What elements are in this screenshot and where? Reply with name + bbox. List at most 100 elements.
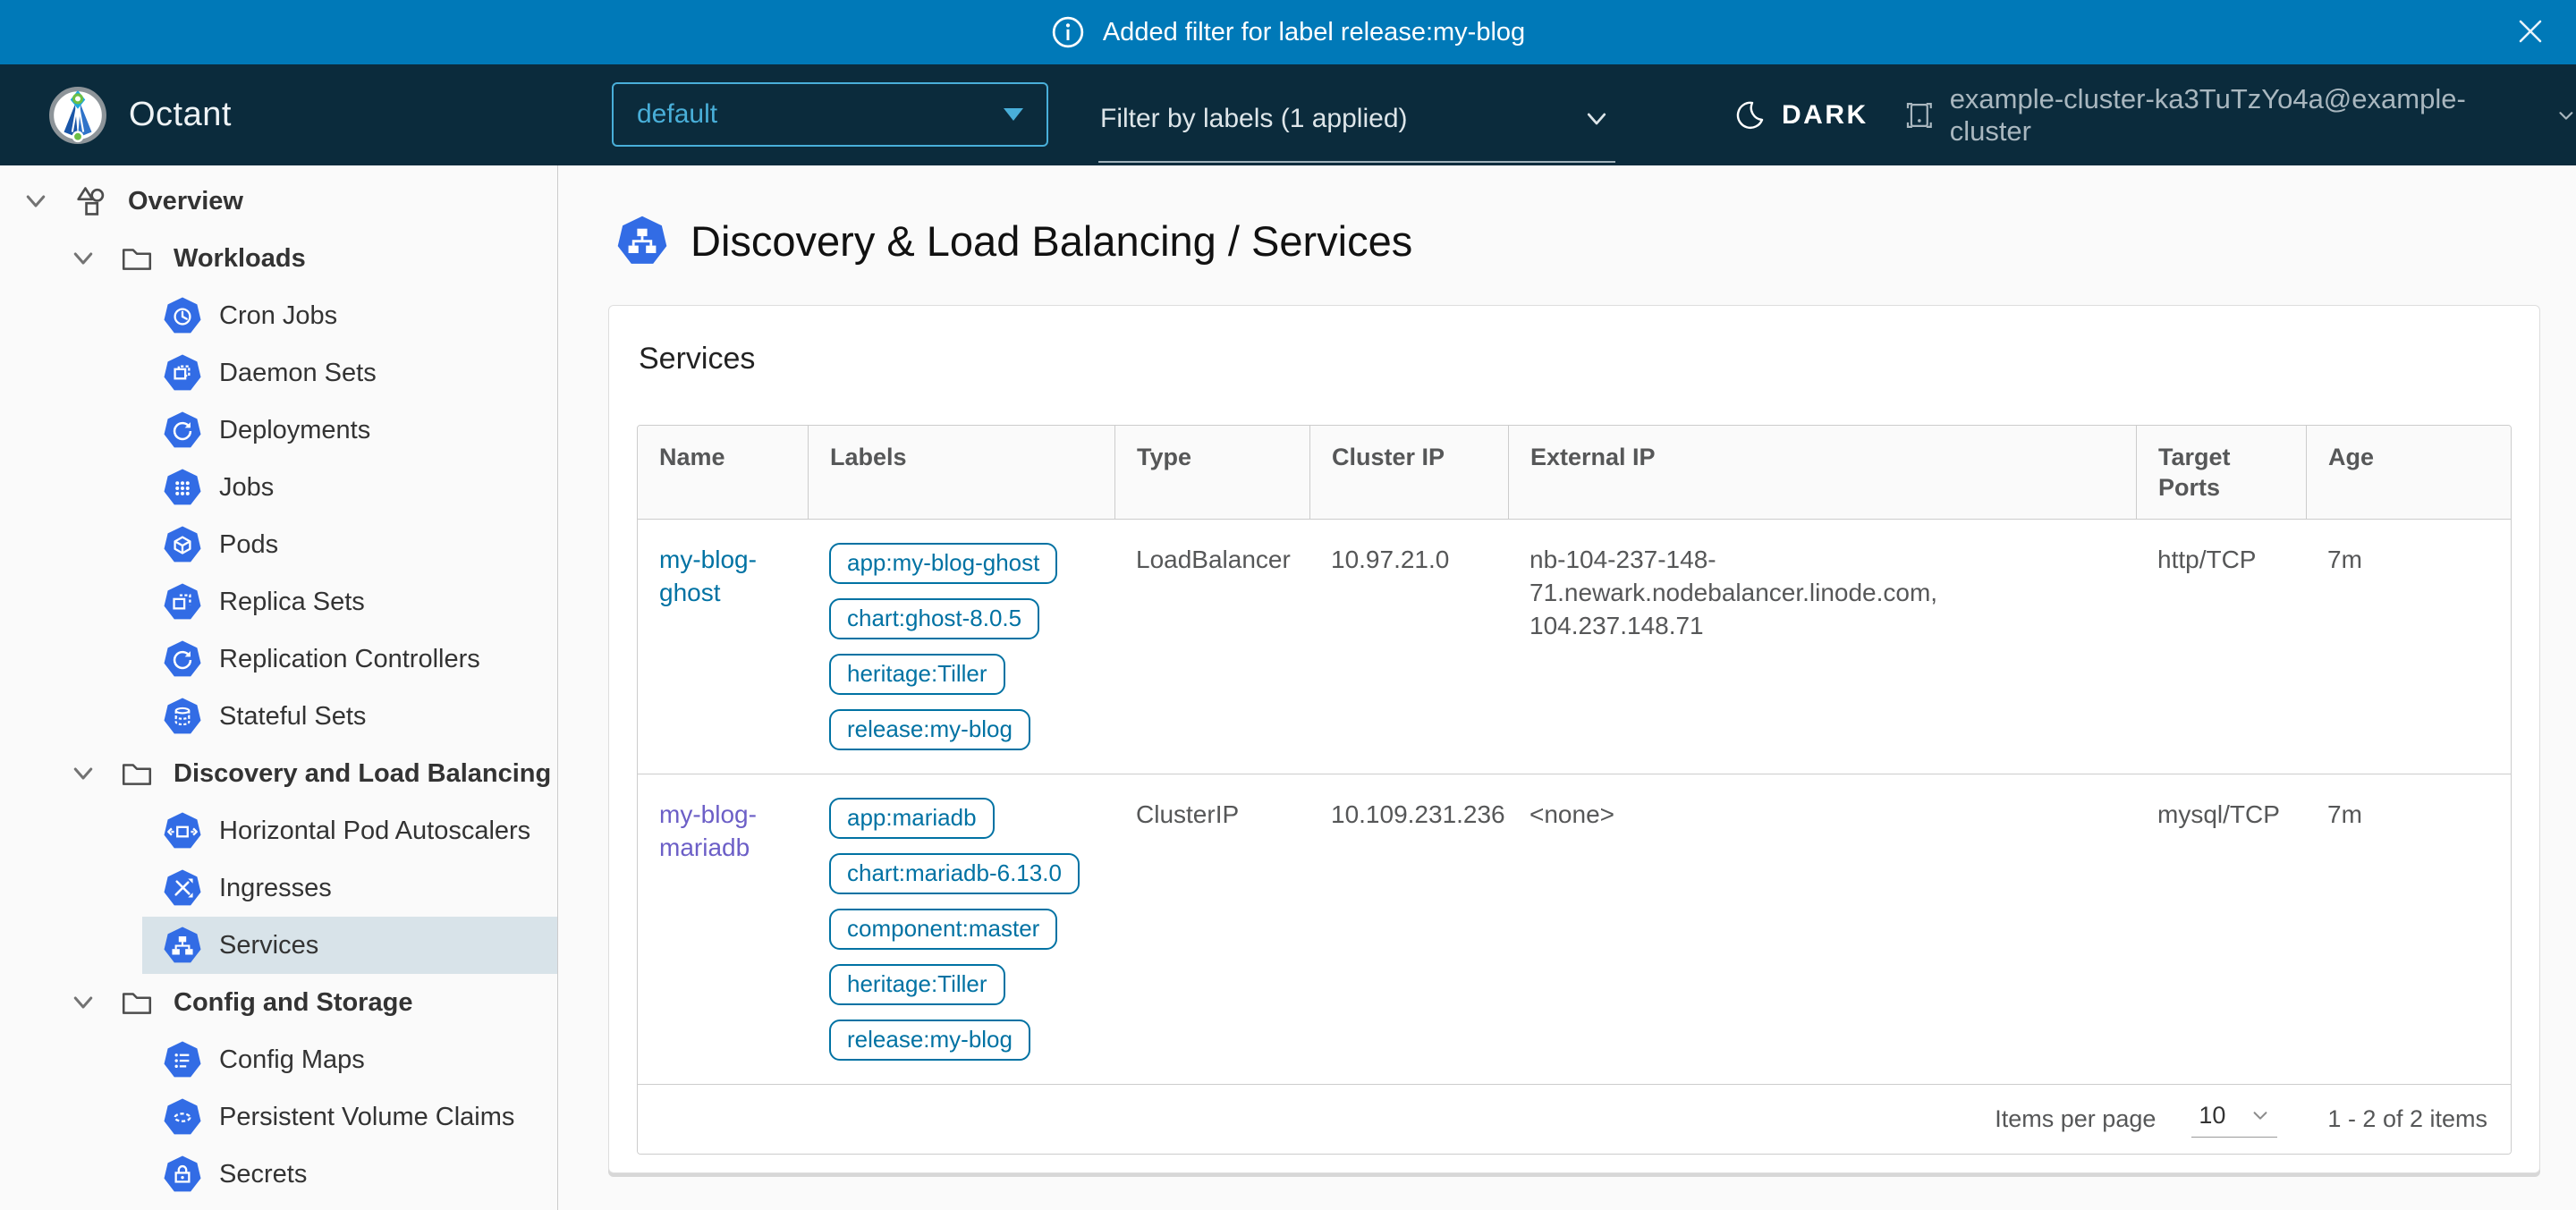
- folder-icon: [120, 241, 154, 275]
- sidebar-item-cron-jobs[interactable]: Cron Jobs: [0, 287, 557, 344]
- sidebar-item-label: Persistent Volume Claims: [219, 1103, 514, 1132]
- sidebar-item-replication-controllers[interactable]: Replication Controllers: [0, 630, 557, 688]
- services-page-icon: [617, 216, 667, 266]
- folder-icon: [120, 986, 154, 1020]
- namespace-select-value: default: [637, 99, 717, 130]
- config-maps-icon: [164, 1041, 201, 1079]
- jobs-icon: [164, 469, 201, 506]
- sidebar-group-label: Discovery and Load Balancing: [174, 759, 551, 789]
- sidebar-item-label: Cron Jobs: [219, 301, 337, 331]
- sidebar-item-label: Pods: [219, 530, 278, 560]
- items-per-page-label: Items per page: [1995, 1105, 2156, 1133]
- label-pill[interactable]: heritage:Tiller: [829, 964, 1005, 1005]
- label-pill[interactable]: chart:ghost-8.0.5: [829, 598, 1039, 639]
- table-row-cell-name: my-blog-ghost: [638, 520, 808, 774]
- namespace-select[interactable]: default: [612, 82, 1048, 147]
- service-link[interactable]: my-blog-mariadb: [659, 800, 757, 861]
- sidebar-group-label: Config and Storage: [174, 988, 412, 1018]
- label-pill[interactable]: heritage:Tiller: [829, 654, 1005, 695]
- sidebar-item-label: Replication Controllers: [219, 645, 480, 674]
- service-link[interactable]: my-blog-ghost: [659, 546, 757, 606]
- banner-close-icon[interactable]: [2515, 16, 2546, 47]
- label-pill[interactable]: component:master: [829, 909, 1057, 950]
- cluster-chevron-icon: [2556, 106, 2576, 125]
- table-footer: Items per page 10 1 - 2 of 2 items: [638, 1084, 2511, 1154]
- table-row-cell-age: 7m: [2306, 520, 2511, 774]
- table-row-cell-type: ClusterIP: [1114, 774, 1309, 1084]
- table-row-cell-cluster-ip: 10.109.231.236: [1309, 774, 1508, 1084]
- chevron-down-icon[interactable]: [70, 760, 97, 787]
- sidebar-item-deployments[interactable]: Deployments: [0, 402, 557, 459]
- label-pill[interactable]: release:my-blog: [829, 709, 1030, 750]
- moon-icon: [1733, 99, 1766, 131]
- table-row-cell-type: LoadBalancer: [1114, 520, 1309, 774]
- label-filter-text: Filter by labels (1 applied): [1100, 104, 1408, 134]
- sidebar-item-daemon-sets[interactable]: Daemon Sets: [0, 344, 557, 402]
- cluster-icon: [1903, 99, 1936, 131]
- sidebar-group-label: Workloads: [174, 244, 306, 274]
- daemon-sets-icon: [164, 354, 201, 392]
- cron-jobs-icon: [164, 297, 201, 334]
- sidebar-item-label: Config Maps: [219, 1045, 365, 1075]
- table-row-cell-external-ip: nb-104-237-148-71.newark.nodebalancer.li…: [1508, 520, 2136, 774]
- sidebar-item-label: Ingresses: [219, 874, 332, 903]
- table-row-cell-labels: app:my-blog-ghost chart:ghost-8.0.5 heri…: [808, 520, 1114, 774]
- sidebar-group-config-and-storage[interactable]: Config and Storage: [0, 974, 557, 1031]
- pagination-range-text: 1 - 2 of 2 items: [2327, 1105, 2487, 1133]
- label-pill[interactable]: chart:mariadb-6.13.0: [829, 853, 1080, 894]
- column-header-type: Type: [1114, 426, 1309, 520]
- banner-message: Added filter for label release:my-blog: [1103, 18, 1525, 47]
- octant-logo-icon: [48, 86, 107, 145]
- sidebar-nav: Overview Workloads Cron Jobs Daemon Sets…: [0, 165, 558, 1210]
- sidebar-item-label: Replica Sets: [219, 588, 365, 617]
- sidebar-item-stateful-sets[interactable]: Stateful Sets: [0, 688, 557, 745]
- label-pill[interactable]: app:mariadb: [829, 798, 995, 839]
- folder-icon: [120, 757, 154, 791]
- info-icon: [1051, 15, 1085, 49]
- label-pill[interactable]: release:my-blog: [829, 1020, 1030, 1061]
- theme-toggle-button[interactable]: DARK: [1733, 64, 1868, 165]
- services-icon: [164, 927, 201, 964]
- sidebar-item-ingresses[interactable]: Ingresses: [0, 859, 557, 917]
- replication-controllers-icon: [164, 640, 201, 678]
- sidebar-item-label: Deployments: [219, 416, 370, 445]
- chevron-down-icon[interactable]: [22, 188, 49, 215]
- sidebar-group-workloads[interactable]: Workloads: [0, 230, 557, 287]
- table-row-cell-labels: app:mariadb chart:mariadb-6.13.0 compone…: [808, 774, 1114, 1084]
- sidebar-item-label: Secrets: [219, 1160, 307, 1189]
- sidebar-item-label: Horizontal Pod Autoscalers: [219, 817, 530, 846]
- column-header-name: Name: [638, 426, 808, 520]
- label-filter-dropdown[interactable]: Filter by labels (1 applied): [1098, 86, 1615, 163]
- sidebar-item-persistent-volume-claims[interactable]: Persistent Volume Claims: [0, 1088, 557, 1146]
- persistent-volume-claims-icon: [164, 1098, 201, 1136]
- services-card: Services Name Labels Type Cluster IP Ext…: [608, 305, 2540, 1173]
- sidebar-item-replica-sets[interactable]: Replica Sets: [0, 573, 557, 630]
- column-header-cluster-ip: Cluster IP: [1309, 426, 1508, 520]
- column-header-target-ports: Target Ports: [2136, 426, 2306, 520]
- table-row-cell-external-ip: <none>: [1508, 774, 2136, 1084]
- sidebar-item-horizontal-pod-autoscalers[interactable]: Horizontal Pod Autoscalers: [0, 802, 557, 859]
- sidebar-item-services[interactable]: Services: [0, 917, 557, 974]
- services-table: Name Labels Type Cluster IP External IP …: [637, 425, 2512, 1155]
- table-row-cell-name: my-blog-mariadb: [638, 774, 808, 1084]
- app-title: Octant: [129, 96, 232, 134]
- notification-banner: Added filter for label release:my-blog: [0, 0, 2576, 64]
- card-title: Services: [639, 342, 2512, 377]
- chevron-down-icon[interactable]: [70, 989, 97, 1016]
- pods-icon: [164, 526, 201, 563]
- table-row-cell-target-ports: mysql/TCP: [2136, 774, 2306, 1084]
- chevron-down-icon[interactable]: [70, 245, 97, 272]
- sidebar-group-discovery-and-load-balancing[interactable]: Discovery and Load Balancing: [0, 745, 557, 802]
- sidebar-item-pods[interactable]: Pods: [0, 516, 557, 573]
- sidebar-item-config-maps[interactable]: Config Maps: [0, 1031, 557, 1088]
- sidebar-item-overview[interactable]: Overview: [0, 173, 557, 230]
- items-per-page-select[interactable]: 10: [2191, 1102, 2277, 1138]
- sidebar-item-label: Daemon Sets: [219, 359, 377, 388]
- table-row-cell-target-ports: http/TCP: [2136, 520, 2306, 774]
- ingresses-icon: [164, 869, 201, 907]
- items-per-page-value: 10: [2199, 1102, 2225, 1130]
- sidebar-item-jobs[interactable]: Jobs: [0, 459, 557, 516]
- sidebar-item-secrets[interactable]: Secrets: [0, 1146, 557, 1203]
- cluster-selector[interactable]: example-cluster-ka3TuTzYo4a@example-clus…: [1903, 64, 2576, 165]
- label-pill[interactable]: app:my-blog-ghost: [829, 543, 1057, 584]
